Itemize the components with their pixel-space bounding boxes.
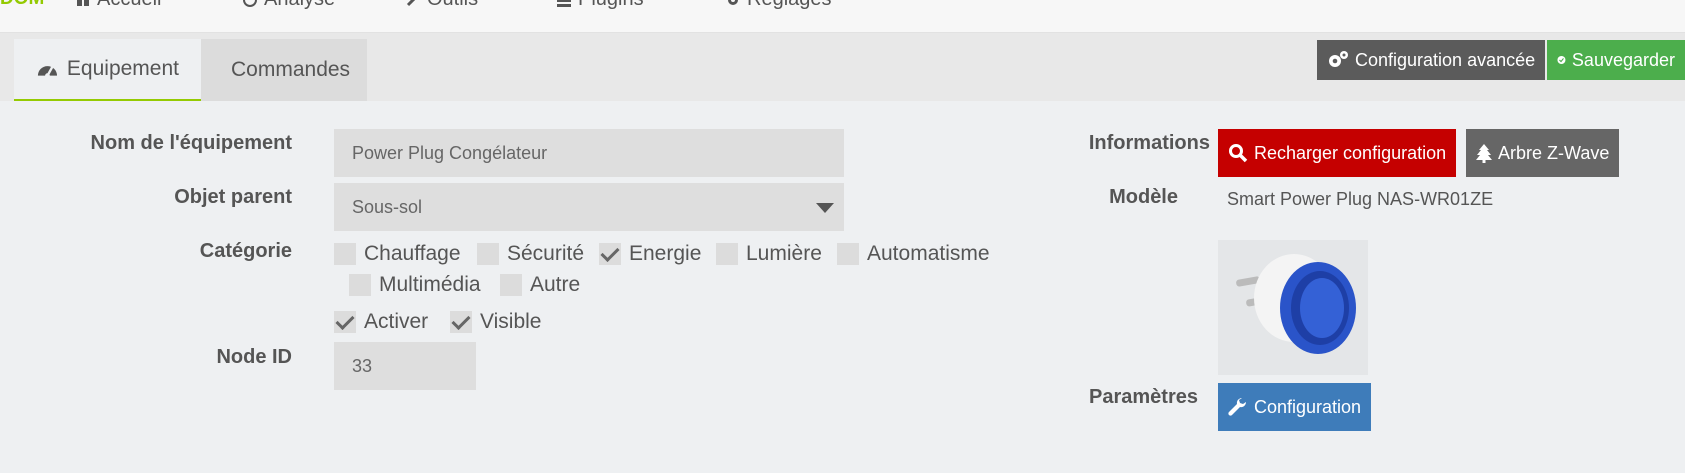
node-id-input[interactable]: 33 xyxy=(334,342,476,390)
checkbox-label: Sécurité xyxy=(507,242,585,265)
wrench-icon xyxy=(1228,397,1247,416)
visible-checkbox[interactable]: Visible xyxy=(450,310,541,334)
tasks-icon xyxy=(557,0,571,7)
name-label: Nom de l'équipement xyxy=(90,132,292,154)
checkbox-box[interactable] xyxy=(334,243,356,265)
activate-checkbox[interactable]: Activer xyxy=(334,310,428,334)
checkbox-box[interactable] xyxy=(477,243,499,265)
category-lumiere-checkbox[interactable]: Lumière xyxy=(716,242,822,266)
dashboard-icon xyxy=(37,66,58,79)
zwave-tree-label: Arbre Z-Wave xyxy=(1498,142,1610,163)
nav-label: Plugins xyxy=(578,0,644,11)
informations-label: Informations xyxy=(1088,132,1210,154)
clock-icon xyxy=(243,0,257,7)
checkbox-box[interactable] xyxy=(500,274,522,296)
checkbox-box[interactable] xyxy=(716,243,738,265)
category-automatisme-checkbox[interactable]: Automatisme xyxy=(837,242,990,266)
advanced-config-button[interactable]: Configuration avancée xyxy=(1317,40,1546,80)
parent-label: Objet parent xyxy=(174,186,292,208)
checkbox-box[interactable] xyxy=(450,311,472,333)
parent-select-value: Sous-sol xyxy=(352,196,423,217)
checkbox-label: Automatisme xyxy=(867,242,990,265)
category-multimedia-checkbox[interactable]: Multimédia xyxy=(349,273,481,297)
search-icon xyxy=(1229,144,1248,163)
home-icon xyxy=(77,0,89,6)
nav-item-reglages[interactable]: Réglages xyxy=(725,0,832,11)
category-chauffage-checkbox[interactable]: Chauffage xyxy=(334,242,461,266)
nav-label: Outils xyxy=(427,0,478,11)
nav-item-plugins[interactable]: Plugins xyxy=(556,0,644,11)
advanced-config-label: Configuration avancée xyxy=(1355,49,1536,70)
category-energie-checkbox[interactable]: Energie xyxy=(599,242,701,266)
checkbox-label: Multimédia xyxy=(379,273,481,296)
tab-commandes[interactable]: Commandes xyxy=(201,39,367,101)
cogs-icon xyxy=(1329,51,1348,67)
tab-label: Commandes xyxy=(231,58,351,81)
checkbox-box[interactable] xyxy=(837,243,859,265)
checkbox-box[interactable] xyxy=(599,243,621,265)
parameters-config-button[interactable]: Configuration xyxy=(1218,383,1372,431)
top-navbar: DOM Accueil Analyse Outils Plugins Régla… xyxy=(0,0,1685,33)
category-label: Catégorie xyxy=(199,240,292,262)
checkbox-box[interactable] xyxy=(334,311,356,333)
save-button[interactable]: Sauvegarder xyxy=(1547,40,1685,80)
nav-item-analyse[interactable]: Analyse xyxy=(242,0,335,11)
checkbox-label: Energie xyxy=(629,242,702,265)
tab-equipement[interactable]: Equipement xyxy=(14,39,201,101)
checkbox-label: Lumière xyxy=(746,242,822,265)
reload-config-label: Recharger configuration xyxy=(1254,142,1447,163)
nav-item-outils[interactable]: Outils xyxy=(405,0,478,11)
power-plug-image xyxy=(1236,254,1356,354)
parent-select[interactable]: Sous-sol xyxy=(334,183,844,231)
params-label: Paramètres xyxy=(1089,386,1198,408)
name-input[interactable]: Power Plug Congélateur xyxy=(334,129,844,177)
nav-item-accueil[interactable]: Accueil xyxy=(75,0,161,11)
tab-label: Equipement xyxy=(66,57,179,80)
nav-label: Accueil xyxy=(97,0,161,11)
model-value: Smart Power Plug NAS-WR01ZE xyxy=(1227,189,1494,209)
zwave-tree-button[interactable]: Arbre Z-Wave xyxy=(1466,129,1620,177)
category-securite-checkbox[interactable]: Sécurité xyxy=(477,242,584,266)
model-label: Modèle xyxy=(1109,186,1178,208)
check-circle-icon xyxy=(1557,55,1566,65)
chevron-down-icon xyxy=(816,203,834,213)
save-label: Sauvegarder xyxy=(1571,49,1675,70)
checkbox-label: Autre xyxy=(530,273,581,296)
category-autre-checkbox[interactable]: Autre xyxy=(500,273,580,297)
node-id-label: Node ID xyxy=(216,346,292,368)
tree-icon xyxy=(1476,144,1492,163)
reload-config-button[interactable]: Recharger configuration xyxy=(1218,129,1457,177)
checkbox-label: Visible xyxy=(480,310,542,333)
brand-logo[interactable]: DOM xyxy=(0,0,44,10)
checkbox-label: Activer xyxy=(364,310,429,333)
nav-label: Analyse xyxy=(264,0,335,11)
parameters-config-label: Configuration xyxy=(1254,396,1362,417)
checkbox-label: Chauffage xyxy=(364,242,461,265)
checkbox-box[interactable] xyxy=(349,274,371,296)
nav-label: Réglages xyxy=(747,0,832,11)
wrench-icon xyxy=(406,0,415,6)
device-image xyxy=(1218,240,1368,375)
cogs-icon xyxy=(728,0,738,5)
